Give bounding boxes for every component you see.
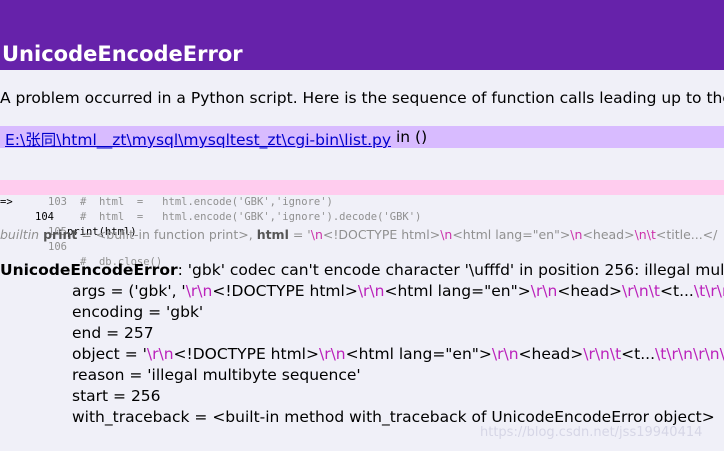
exception-attr-encoding: encoding = 'gbk' — [72, 303, 204, 321]
code-line: 106 # db.close() — [0, 210, 724, 268]
code-line: 105 — [0, 195, 724, 238]
watermark: https://blog.csdn.net/jss19940414 — [480, 425, 703, 440]
code-line: 103 # html = html.encode('GBK','ignore')… — [0, 165, 724, 223]
exception-attr-args: args = ('gbk', '\r\n<!DOCTYPE html>\r\n<… — [72, 282, 724, 300]
exception-name: UnicodeEncodeError — [0, 261, 178, 279]
code-line: 102 # html = html.encode('GBK','ignore') — [0, 150, 724, 208]
frame-location: in () — [396, 128, 428, 146]
page-title: UnicodeEncodeError — [2, 42, 243, 66]
exception-attr-object: object = '\r\n<!DOCTYPE html>\r\n<html l… — [72, 345, 724, 363]
exception-message: : 'gbk' codec can't encode character '\u… — [177, 261, 724, 279]
traceback-frame-header: E:\张同\html__zt\mysql\mysqltest_zt\cgi-bi… — [0, 126, 724, 150]
exception-attr-reason: reason = 'illegal multibyte sequence' — [72, 366, 361, 384]
code-line-highlighted: => 104 print(html) — [0, 180, 724, 238]
exception-summary: UnicodeEncodeError: 'gbk' codec can't en… — [0, 261, 724, 279]
source-file-link[interactable]: E:\张同\html__zt\mysql\mysqltest_zt\cgi-bi… — [5, 128, 391, 150]
error-header-bar: UnicodeEncodeError — [0, 0, 724, 70]
exception-attr-start: start = 256 — [72, 387, 161, 405]
frame-variables: builtin print = <built-in function print… — [0, 227, 718, 242]
line-number: 106 — [48, 241, 67, 253]
intro-text: A problem occurred in a Python script. H… — [0, 89, 724, 107]
exception-attr-with-traceback: with_traceback = <built-in method with_t… — [72, 408, 715, 426]
exception-attr-end: end = 257 — [72, 324, 154, 342]
